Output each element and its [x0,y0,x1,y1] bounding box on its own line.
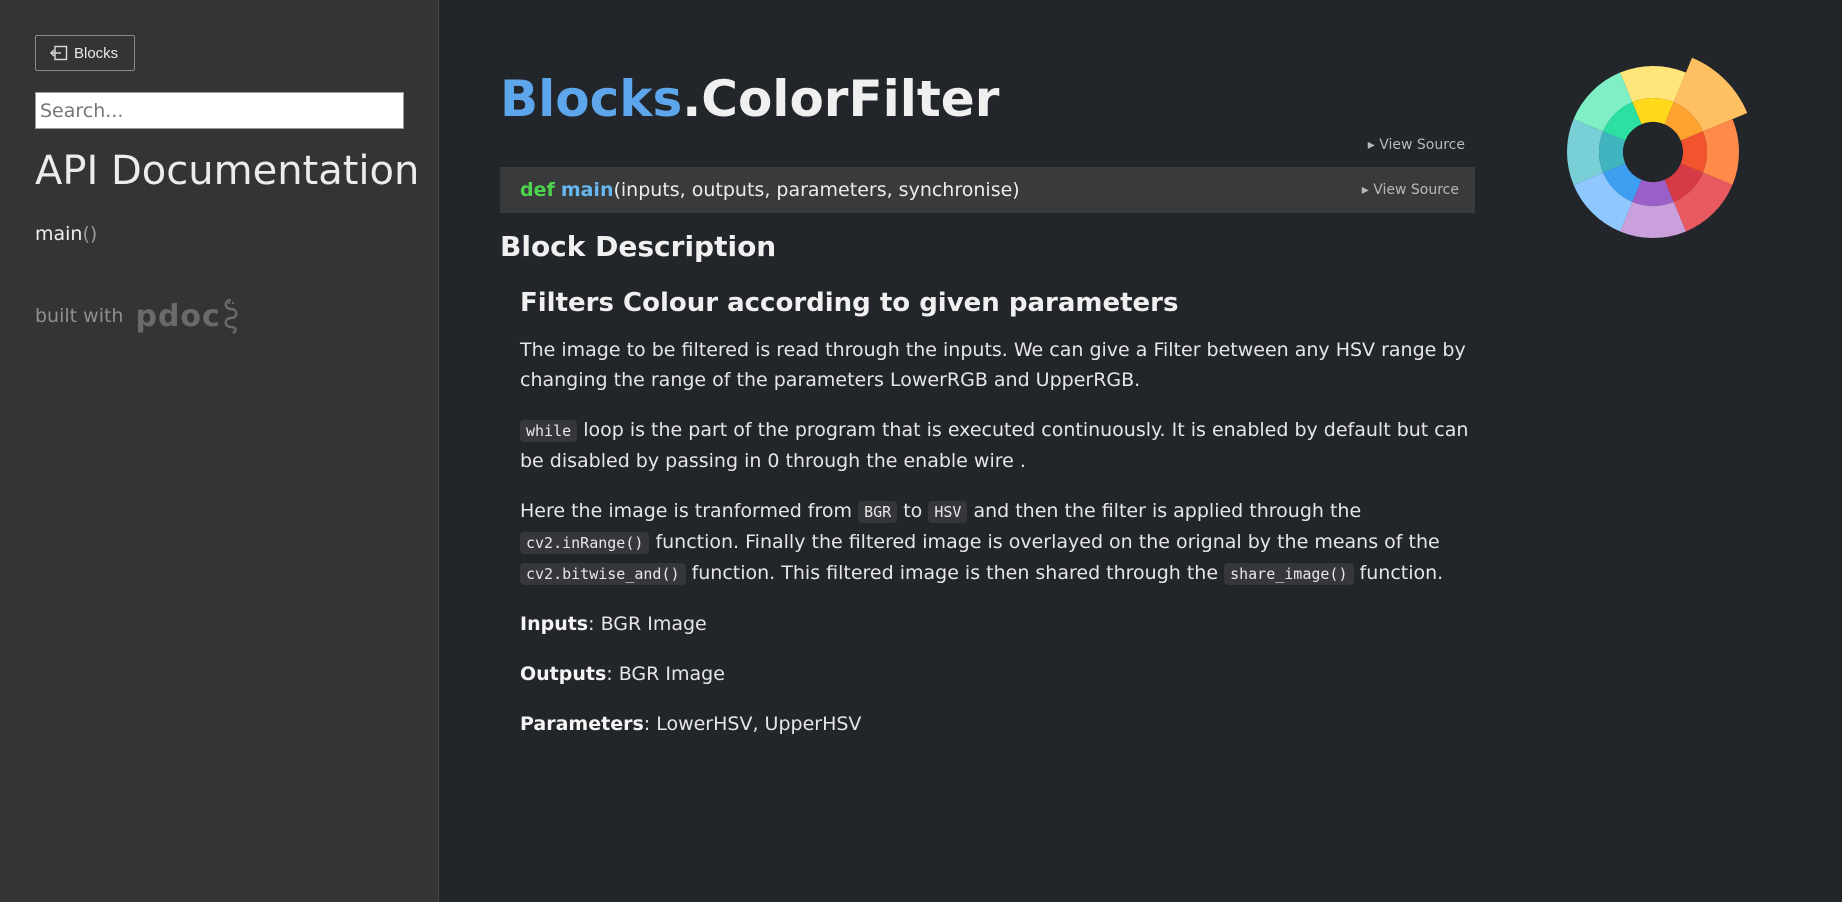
function-name[interactable]: main [561,179,614,201]
back-to-blocks-button[interactable]: Blocks [35,35,136,71]
def-keyword: def [520,179,555,201]
color-wheel-segments [1567,58,1748,238]
sidebar-item-main-parens: () [82,223,98,245]
built-with: built with pdoc [35,296,241,336]
paragraph-text: loop is the part of the program that is … [520,419,1469,472]
inline-code: cv2.inRange() [520,532,650,554]
module-view-source-label: View Source [1379,137,1465,153]
function-view-source-label: View Source [1373,182,1459,198]
function-signature: def main(inputs, outputs, parameters, sy… [520,179,1020,201]
paragraph-text: to [897,500,929,522]
function-params: (inputs, outputs, parameters, synchronis… [613,179,1020,201]
parameters-line: Parameters: LowerHSV, UpperHSV [520,709,1470,739]
docstring-paragraph-3: Here the image is tranformed from BGR to… [520,496,1470,589]
function-view-source-toggle[interactable]: ▸ View Source [1362,182,1459,198]
outputs-label: Outputs [520,663,607,685]
paragraph-text: function. [1353,562,1444,584]
api-documentation-title: API Documentation [35,148,420,194]
module-view-source-toggle[interactable]: ▸ View Source [1368,137,1465,153]
inputs-label: Inputs [520,613,589,635]
module-package-link[interactable]: Blocks [500,70,682,128]
inline-code: cv2.bitwise_and() [520,563,686,585]
inline-code: BGR [858,501,898,523]
sidebar-item-main[interactable]: main() [35,223,97,245]
sidebar-item-main-label: main [35,223,83,245]
module-name: ColorFilter [701,70,1000,128]
sidebar: Blocks API Documentation main() built wi… [0,0,439,902]
search-input[interactable] [35,92,404,129]
docstring-heading: Filters Colour according to given parame… [520,288,1179,318]
built-with-label: built with [35,305,124,327]
module-title: Blocks.ColorFilter [500,70,999,128]
parameters-label: Parameters [520,713,644,735]
paragraph-text: Here the image is tranformed from [520,500,859,522]
docstring-paragraph-2: while loop is the part of the program th… [520,415,1470,476]
docstring: Filters Colour according to given parame… [520,285,1470,759]
inline-code: while [520,420,578,442]
back-button-label: Blocks [74,44,119,62]
inline-code: share_image() [1224,563,1354,585]
inline-code: HSV [928,501,968,523]
inputs-line: Inputs: BGR Image [520,609,1470,639]
outputs-value: : BGR Image [606,663,725,685]
paragraph-text: function. This filtered image is then sh… [685,562,1225,584]
pdoc-logo[interactable]: pdoc [135,296,240,336]
paragraph-text: and then the filter is applied through t… [967,500,1362,522]
paragraph-text: function. Finally the filtered image is … [649,531,1440,553]
docstring-paragraph-1: The image to be filtered is read through… [520,339,1466,391]
pdoc-logo-text: pdoc [135,298,221,334]
block-description-heading: Block Description [500,230,777,263]
parameters-value: : LowerHSV, UpperHSV [643,713,862,735]
color-wheel-logo [1567,58,1748,238]
module-dot: . [682,70,702,128]
snake-icon [224,298,238,335]
function-signature-bar: def main(inputs, outputs, parameters, sy… [500,167,1475,213]
outputs-line: Outputs: BGR Image [520,659,1470,689]
inputs-value: : BGR Image [588,613,707,635]
exit-icon [50,45,68,61]
